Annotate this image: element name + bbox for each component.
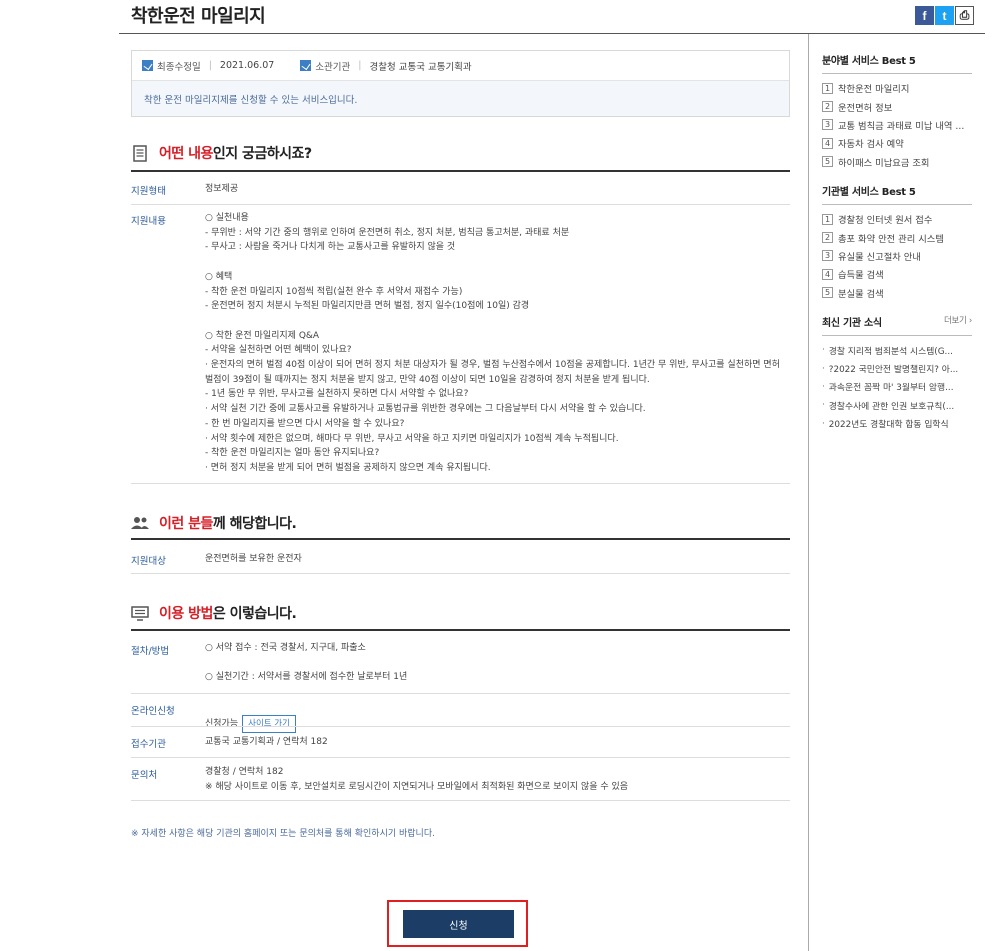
- row-divider: [131, 800, 790, 801]
- section-who-heading: 이런 분들 께 해당합니다.: [131, 513, 297, 533]
- list-item[interactable]: 3 교통 범칙금 과태료 미납 내역 ...: [822, 116, 972, 134]
- facebook-icon[interactable]: f: [915, 6, 934, 25]
- section-what-highlight: 어떤 내용: [159, 146, 213, 162]
- row-label: 지원내용: [131, 216, 166, 227]
- news-item[interactable]: ?2022 국민안전 발명챌린지? 아...: [822, 359, 972, 377]
- meta-row: 최종수정일 | 2021.06.07 소관기관 | 경찰청 교통국 교통기획과: [132, 51, 789, 81]
- updated-value: 2021.06.07: [219, 60, 275, 71]
- row-label: 지원대상: [131, 556, 166, 567]
- row-divider: [131, 573, 790, 574]
- row-label: 온라인신청: [131, 706, 175, 717]
- row-divider: [131, 204, 790, 205]
- news-list: 경찰 지리적 범죄분석 시스템(G... ?2022 국민안전 발명챌린지? 아…: [822, 341, 972, 433]
- print-icon[interactable]: ⎙: [955, 6, 974, 25]
- agency-label: 소관기관: [315, 61, 351, 73]
- list-item[interactable]: 4 자동차 검사 예약: [822, 134, 972, 152]
- sidebar-divider: [822, 335, 972, 336]
- notice-text: ※ 자세한 사항은 해당 기관의 홈페이지 또는 문의처를 통해 확인하시기 바…: [131, 829, 435, 839]
- sidebar-title: 분야별 서비스 Best 5: [822, 56, 916, 67]
- sidebar-title: 기관별 서비스 Best 5: [822, 187, 916, 198]
- row-label: 절차/방법: [131, 646, 170, 657]
- list-item[interactable]: 1 경찰청 인터넷 원서 접수: [822, 210, 972, 228]
- header-divider: [119, 33, 985, 34]
- rank-badge: 2: [822, 101, 833, 113]
- row-value-detail: ○ 실천내용 - 무위반 : 서약 기간 중의 행위로 인하여 운전면허 취소,…: [205, 213, 780, 473]
- twitter-icon[interactable]: t: [935, 6, 954, 25]
- rank-badge: 5: [822, 287, 833, 299]
- users-icon: [131, 514, 149, 532]
- page-title: 착한운전 마일리지: [131, 6, 266, 27]
- rank-badge: 3: [822, 250, 833, 262]
- list-item[interactable]: 2 운전면허 정보: [822, 97, 972, 115]
- section-who-rest: 께 해당합니다.: [212, 516, 297, 532]
- sidebar-divider: [822, 73, 972, 74]
- online-apply-row: 신청가능 사이트 가기: [205, 700, 296, 734]
- list-item[interactable]: 3 유실물 신고절차 안내: [822, 247, 972, 265]
- share-bar: f t ⎙: [915, 6, 974, 25]
- go-to-site-button[interactable]: 사이트 가기: [242, 714, 296, 734]
- section-how-line: [131, 629, 790, 631]
- sidebar-best-agency: 기관별 서비스 Best 5 1 경찰청 인터넷 원서 접수 2 총포 화약 안전 …: [822, 183, 972, 302]
- best-field-list: 1 착한운전 마일리지 2 운전면허 정보 3 교통 범칙금 과태료 미납 내역 ..…: [822, 79, 972, 171]
- row-divider: [131, 726, 790, 727]
- news-item[interactable]: 과속운전 꼼짝 마' 3월부터 암행...: [822, 378, 972, 396]
- agency-value: 경찰청 교통국 교통기획과: [369, 61, 472, 73]
- more-link[interactable]: 더보기 ›: [944, 314, 972, 326]
- rank-badge: 4: [822, 268, 833, 280]
- section-who-highlight: 이런 분들: [159, 516, 213, 532]
- section-what-line: [131, 170, 790, 172]
- rank-badge: 1: [822, 213, 833, 225]
- row-divider: [131, 693, 790, 694]
- section-who-line: [131, 538, 790, 540]
- sidebar-news: 최신 기관 소식 더보기 › 경찰 지리적 범죄분석 시스템(G... ?202…: [822, 314, 972, 433]
- section-how-rest: 은 이렇습니다.: [212, 606, 297, 622]
- section-what-rest: 인지 궁금하시죠?: [212, 146, 312, 162]
- row-value: 경찰청 / 연락처 182 ※ 해당 사이트로 이동 후, 보안설치로 로딩시간…: [205, 767, 629, 792]
- list-item[interactable]: 2 총포 화약 안전 관리 시스템: [822, 228, 972, 246]
- row-label: 접수기관: [131, 739, 166, 750]
- row-value: ○ 서약 접수 : 전국 경찰서, 지구대, 파출소 ○ 실천기간 : 서약서를…: [205, 643, 408, 683]
- edit-icon: [142, 60, 153, 71]
- section-how-heading: 이용 방법 은 이렇습니다.: [131, 603, 297, 623]
- rank-badge: 3: [822, 119, 833, 131]
- sidebar-best-field: 분야별 서비스 Best 5 1 착한운전 마일리지 2 운전면허 정보 3 교통 범…: [822, 52, 972, 171]
- monitor-icon: [131, 604, 149, 622]
- info-box: 최종수정일 | 2021.06.07 소관기관 | 경찰청 교통국 교통기획과 …: [131, 50, 790, 117]
- separator: |: [208, 60, 212, 71]
- rank-badge: 2: [822, 232, 833, 244]
- section-how-highlight: 이용 방법: [159, 606, 213, 622]
- rank-badge: 4: [822, 137, 833, 149]
- sidebar-divider: [822, 204, 972, 205]
- rank-badge: 1: [822, 82, 833, 94]
- news-item[interactable]: 2022년도 경찰대학 합동 입학식: [822, 415, 972, 433]
- sidebar-title: 최신 기관 소식 더보기 ›: [822, 314, 972, 329]
- row-value: 정보제공: [205, 184, 239, 194]
- apply-button[interactable]: 신청: [403, 910, 514, 938]
- row-label: 문의처: [131, 770, 158, 781]
- row-value: 교통국 교통기획과 / 연락처 182: [205, 737, 328, 747]
- row-divider: [131, 757, 790, 758]
- edit-icon: [300, 60, 312, 71]
- row-divider: [131, 483, 790, 484]
- row-value: 신청가능: [205, 718, 239, 729]
- row-value: 운전면허를 보유한 운전자: [205, 554, 302, 564]
- list-item[interactable]: 1 착한운전 마일리지: [822, 79, 972, 97]
- separator: |: [358, 60, 362, 71]
- updated-label: 최종수정일: [157, 61, 201, 73]
- section-what-heading: 어떤 내용 인지 궁금하시죠?: [131, 143, 312, 163]
- row-label: 지원형태: [131, 186, 166, 197]
- sidebar-divider: [808, 34, 809, 951]
- news-item[interactable]: 경찰수사에 관한 인권 보호규칙(...: [822, 396, 972, 414]
- service-description: 착한 운전 마일리지제를 신청할 수 있는 서비스입니다.: [132, 81, 789, 116]
- document-icon: [131, 144, 149, 162]
- list-item[interactable]: 5 분실물 검색: [822, 284, 972, 302]
- news-item[interactable]: 경찰 지리적 범죄분석 시스템(G...: [822, 341, 972, 359]
- best-agency-list: 1 경찰청 인터넷 원서 접수 2 총포 화약 안전 관리 시스템 3 유실물 신고절…: [822, 210, 972, 302]
- rank-badge: 5: [822, 156, 833, 168]
- list-item[interactable]: 4 습득물 검색: [822, 265, 972, 283]
- list-item[interactable]: 5 하이패스 미납요금 조회: [822, 153, 972, 171]
